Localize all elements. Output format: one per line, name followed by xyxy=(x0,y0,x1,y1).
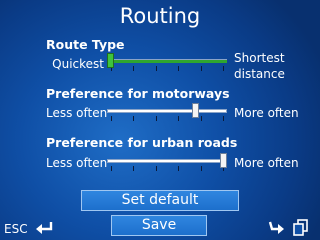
urban-more-label: More often xyxy=(234,156,299,170)
copy-pages-icon[interactable] xyxy=(293,219,309,236)
slider-tick xyxy=(156,66,157,71)
slider-tick xyxy=(223,116,224,121)
slider-handle[interactable] xyxy=(107,53,114,68)
distance-label: distance xyxy=(234,67,285,81)
urban-roads-slider[interactable] xyxy=(107,153,227,177)
slider-tick xyxy=(133,66,134,71)
motorways-heading: Preference for motorways xyxy=(46,86,230,101)
page-title: Routing xyxy=(119,4,201,28)
slider-tick xyxy=(156,166,157,171)
motorways-slider[interactable] xyxy=(107,103,227,127)
slider-tick xyxy=(178,116,179,121)
slider-track xyxy=(107,109,227,113)
slider-tick xyxy=(111,166,112,171)
slider-tick xyxy=(133,116,134,121)
motorways-less-label: Less often xyxy=(46,106,108,120)
routing-screen: Routing Route Type Quickest Shortest dis… xyxy=(0,0,320,240)
slider-tick xyxy=(111,116,112,121)
urban-less-label: Less often xyxy=(46,156,108,170)
route-type-slider[interactable] xyxy=(107,53,227,77)
slider-fill xyxy=(114,60,227,63)
slider-tick xyxy=(201,166,202,171)
slider-tick xyxy=(133,166,134,171)
esc-label[interactable]: ESC xyxy=(4,222,28,236)
slider-tick xyxy=(156,116,157,121)
save-button[interactable]: Save xyxy=(111,215,207,236)
slider-tick xyxy=(178,66,179,71)
set-default-button[interactable]: Set default xyxy=(81,190,239,211)
forward-arrow-icon[interactable] xyxy=(268,220,286,236)
slider-tick xyxy=(223,66,224,71)
slider-tick xyxy=(201,116,202,121)
slider-handle[interactable] xyxy=(192,103,199,118)
back-arrow-icon[interactable] xyxy=(34,220,54,236)
slider-tick xyxy=(201,66,202,71)
slider-track xyxy=(107,159,227,163)
slider-handle[interactable] xyxy=(220,153,227,168)
motorways-more-label: More often xyxy=(234,106,299,120)
route-type-heading: Route Type xyxy=(46,37,125,52)
slider-tick xyxy=(178,166,179,171)
quickest-label: Quickest xyxy=(52,57,104,71)
urban-roads-heading: Preference for urban roads xyxy=(46,135,238,150)
shortest-label: Shortest xyxy=(234,51,285,65)
